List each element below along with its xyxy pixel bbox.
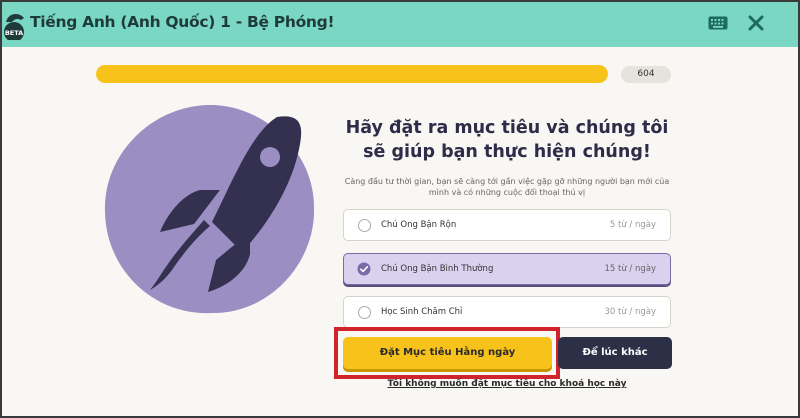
option-label: Chú Ong Bận Rộn [381, 220, 457, 230]
option-label: Học Sinh Chăm Chỉ [381, 307, 463, 317]
rocket-illustration [104, 104, 315, 314]
beta-badge: BETA [5, 29, 23, 37]
app-logo: BETA [4, 14, 24, 40]
radio-unchecked-icon[interactable] [358, 306, 371, 319]
goal-option-regular[interactable]: Chú Ong Bận Bình Thường 15 từ / ngày [343, 253, 671, 285]
progress-fill [96, 65, 608, 83]
keyboard-icon[interactable] [708, 16, 728, 30]
skip-goal-link[interactable]: Tôi không muốn đặt mục tiêu cho khoá học… [342, 379, 672, 389]
radio-unchecked-icon[interactable] [358, 219, 371, 232]
goal-description: Càng đầu tư thời gian, bạn sẽ càng tới g… [344, 177, 670, 197]
later-button[interactable]: Để lúc khác [558, 337, 672, 369]
option-rate: 30 từ / ngày [604, 307, 656, 317]
goal-option-busy[interactable]: Chú Ong Bận Rộn 5 từ / ngày [343, 209, 671, 241]
option-rate: 15 từ / ngày [604, 264, 656, 274]
progress-bar [96, 65, 608, 83]
option-rate: 5 từ / ngày [609, 220, 656, 230]
goal-heading: Hãy đặt ra mục tiêu và chúng tôi sẽ giúp… [345, 118, 669, 162]
course-title: Tiếng Anh (Anh Quốc) 1 - Bệ Phóng! [30, 13, 335, 31]
option-label: Chú Ong Bận Bình Thường [381, 264, 494, 274]
close-icon[interactable] [748, 15, 764, 31]
radio-checked-icon[interactable] [357, 262, 371, 276]
set-daily-goal-button[interactable]: Đặt Mục tiêu Hằng ngày [343, 337, 552, 369]
points-counter: 604 [621, 66, 671, 83]
goal-option-diligent[interactable]: Học Sinh Chăm Chỉ 30 từ / ngày [343, 296, 671, 328]
top-bar: BETA Tiếng Anh (Anh Quốc) 1 - Bệ Phóng! [2, 2, 798, 47]
